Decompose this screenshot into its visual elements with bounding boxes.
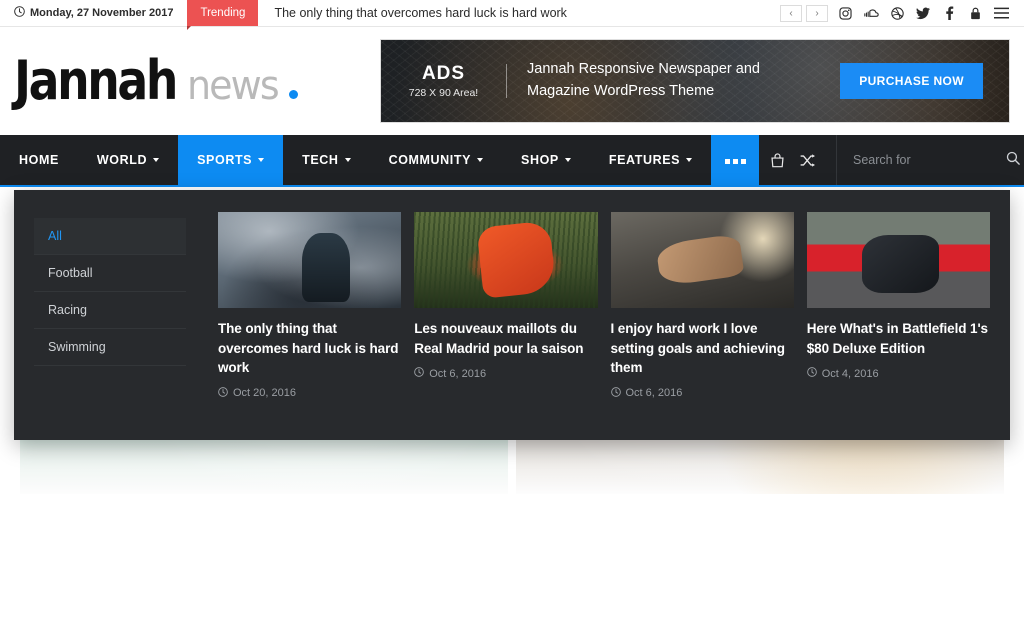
nav-item-label: FEATURES — [608, 153, 681, 167]
article-date: Oct 6, 2016 — [429, 367, 487, 380]
masthead: Jannah news ADS 728 X 90 Area! Jannah Res… — [0, 27, 1024, 135]
nav-item-label: TECH — [302, 153, 339, 167]
search-icon[interactable] — [1006, 151, 1020, 170]
nav-utilities — [762, 135, 1024, 185]
article-thumbnail[interactable] — [414, 212, 598, 308]
article-meta: Oct 6, 2016 — [414, 367, 597, 380]
nav-item-community[interactable]: COMMUNITY — [370, 135, 502, 185]
article-meta: Oct 20, 2016 — [218, 386, 401, 400]
ad-kicker-title: ADS — [421, 63, 466, 84]
clock-icon — [610, 386, 621, 400]
article-title[interactable]: I enjoy hard work I love setting goals a… — [611, 319, 794, 378]
top-bar: Monday, 27 November 2017 Trending The on… — [0, 0, 1024, 30]
current-date: Monday, 27 November 2017 — [0, 0, 187, 26]
article-card[interactable]: Les nouveaux maillots du Real Madrid pou… — [414, 212, 598, 440]
nav-item-tech[interactable]: TECH — [283, 135, 369, 185]
article-thumbnail[interactable] — [610, 212, 794, 308]
article-date: Oct 4, 2016 — [821, 367, 879, 380]
site-logo[interactable]: Jannah news — [14, 54, 298, 108]
trending-prev-button[interactable]: ‹ — [780, 4, 802, 22]
nav-item-features[interactable]: FEATURES — [590, 135, 711, 185]
nav-item-world[interactable]: WORLD — [78, 135, 178, 185]
cart-icon[interactable] — [762, 135, 792, 185]
ad-banner[interactable]: ADS 728 X 90 Area! Jannah Responsive New… — [380, 39, 1010, 123]
twitter-icon[interactable] — [910, 2, 936, 24]
clock-icon — [14, 6, 25, 20]
article-card[interactable]: Here What's in Battlefield 1's $80 Delux… — [806, 212, 990, 440]
chevron-down-icon — [564, 158, 571, 162]
article-title[interactable]: Here What's in Battlefield 1's $80 Delux… — [807, 319, 990, 358]
top-bar-right: ‹ › — [780, 0, 1024, 26]
ellipsis-icon — [723, 151, 747, 169]
chevron-down-icon — [686, 158, 693, 162]
article-date: Oct 20, 2016 — [233, 387, 296, 400]
article-meta: Oct 6, 2016 — [610, 386, 794, 400]
trending-badge: Trending — [187, 0, 259, 30]
nav-item-sports[interactable]: SPORTS — [178, 135, 284, 185]
article-card[interactable]: The only thing that overcomes hard luck … — [218, 212, 402, 440]
article-thumbnail[interactable] — [806, 212, 990, 308]
soundcloud-icon[interactable] — [858, 2, 884, 24]
nav-item-home[interactable]: HOME — [0, 135, 78, 185]
sports-mega-menu: All Football Racing Swimming The only th… — [14, 190, 1010, 440]
facebook-icon[interactable] — [936, 2, 962, 24]
clock-icon — [414, 367, 425, 380]
instagram-icon[interactable] — [832, 2, 858, 24]
chevron-down-icon — [344, 158, 351, 162]
clock-icon — [218, 386, 228, 400]
mega-sidebar-item-racing[interactable]: Racing — [34, 292, 186, 329]
ad-kicker: ADS 728 X 90 Area! — [381, 63, 506, 99]
american-football-player-image — [218, 212, 402, 308]
nav-item-shop[interactable]: SHOP — [502, 135, 590, 185]
lock-icon[interactable] — [962, 2, 988, 24]
nav-item-label: WORLD — [96, 153, 148, 167]
chevron-down-icon — [477, 158, 484, 162]
chevron-down-icon — [258, 158, 265, 162]
article-date: Oct 6, 2016 — [625, 387, 683, 400]
article-title[interactable]: Les nouveaux maillots du Real Madrid pou… — [414, 319, 597, 358]
article-title[interactable]: The only thing that overcomes hard luck … — [218, 319, 401, 378]
nav-items: HOME WORLD SPORTS TECH COMMUNITY SHOP FE… — [0, 135, 760, 185]
article-meta: Oct 4, 2016 — [806, 367, 990, 380]
search-input[interactable] — [853, 153, 993, 167]
orange-football-boot-image — [414, 212, 598, 308]
nav-item-label: COMMUNITY — [388, 153, 472, 167]
main-navigation: HOME WORLD SPORTS TECH COMMUNITY SHOP FE… — [0, 135, 1024, 187]
page-root: Monday, 27 November 2017 Trending The on… — [0, 0, 1024, 640]
article-thumbnail[interactable] — [218, 212, 402, 308]
man-doing-push-up-image — [610, 212, 794, 308]
nav-item-label: SHOP — [521, 153, 559, 167]
mega-menu-sidebar: All Football Racing Swimming — [34, 212, 186, 440]
clock-icon — [806, 367, 817, 380]
ad-kicker-size: 728 X 90 Area! — [408, 87, 479, 99]
ad-copy-line1: Jannah Responsive Newspaper and — [527, 61, 760, 78]
hamburger-icon[interactable] — [988, 2, 1014, 24]
cyclist-racing-image — [806, 212, 990, 308]
trending-headline[interactable]: The only thing that overcomes hard luck … — [258, 0, 583, 26]
ad-copy: Jannah Responsive Newspaper and Magazine… — [507, 59, 760, 103]
nav-item-label: SPORTS — [197, 153, 253, 167]
trending-next-button[interactable]: › — [806, 4, 828, 22]
logo-dot-icon — [288, 90, 298, 99]
mega-menu-articles: The only thing that overcomes hard luck … — [186, 212, 990, 440]
more-menu-button[interactable] — [711, 135, 760, 185]
purchase-now-button[interactable]: PURCHASE NOW — [840, 63, 983, 99]
search-box[interactable] — [836, 135, 1024, 185]
logo-light-text: news — [187, 63, 280, 109]
shuffle-icon[interactable] — [792, 135, 822, 185]
mega-sidebar-item-football[interactable]: Football — [34, 255, 186, 292]
ad-copy-line2: Magazine WordPress Theme — [527, 83, 715, 99]
mega-sidebar-item-swimming[interactable]: Swimming — [34, 329, 186, 366]
article-card[interactable]: I enjoy hard work I love setting goals a… — [610, 212, 794, 440]
dribbble-icon[interactable] — [884, 2, 910, 24]
chevron-down-icon — [153, 158, 160, 162]
date-text: Monday, 27 November 2017 — [30, 7, 174, 19]
mega-sidebar-item-all[interactable]: All — [34, 218, 186, 255]
nav-item-label: HOME — [19, 153, 59, 167]
logo-bold-text: Jannah — [14, 49, 178, 112]
